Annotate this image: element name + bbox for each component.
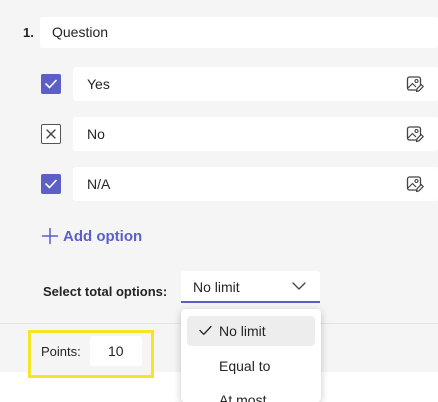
points-label: Points: (41, 344, 81, 359)
option-row-no: No (0, 117, 438, 151)
image-edit-icon[interactable] (406, 75, 424, 93)
menu-item-equal-to[interactable]: Equal to (187, 351, 315, 381)
option-checkbox-na[interactable] (41, 174, 61, 194)
menu-item-no-limit[interactable]: No limit (187, 316, 315, 346)
image-edit-icon[interactable] (406, 125, 424, 143)
menu-item-label: Equal to (219, 358, 271, 374)
checkmark-icon (199, 325, 212, 335)
option-row-yes: Yes (0, 67, 438, 101)
points-input[interactable]: 10 (90, 336, 142, 366)
option-checkbox-yes[interactable] (41, 74, 61, 94)
menu-item-at-most[interactable]: At most (187, 385, 315, 402)
option-input-yes[interactable]: Yes (73, 67, 438, 101)
question-title-input[interactable]: Question (40, 17, 438, 48)
option-checkbox-no[interactable] (41, 124, 61, 144)
x-mark-icon (46, 129, 56, 139)
option-label: N/A (87, 176, 111, 192)
checkmark-icon (45, 179, 57, 189)
select-total-label: Select total options: (43, 284, 168, 299)
option-label: Yes (87, 76, 110, 92)
image-edit-icon[interactable] (406, 175, 424, 193)
option-row-na: N/A (0, 167, 438, 201)
select-total-dropdown[interactable]: No limit (181, 271, 320, 303)
plus-icon (41, 227, 59, 245)
select-total-menu: No limit Equal to At most (181, 309, 321, 402)
checkmark-icon (45, 79, 57, 89)
chevron-down-icon (292, 282, 306, 290)
menu-item-label: At most (219, 392, 267, 402)
option-input-no[interactable]: No (73, 117, 438, 151)
add-option-label: Add option (63, 227, 143, 245)
option-input-na[interactable]: N/A (73, 167, 438, 201)
add-option-button[interactable]: Add option (41, 224, 142, 248)
option-label: No (87, 126, 105, 142)
select-total-value: No limit (193, 279, 240, 295)
menu-item-label: No limit (219, 323, 266, 339)
question-number: 1. (23, 25, 34, 40)
